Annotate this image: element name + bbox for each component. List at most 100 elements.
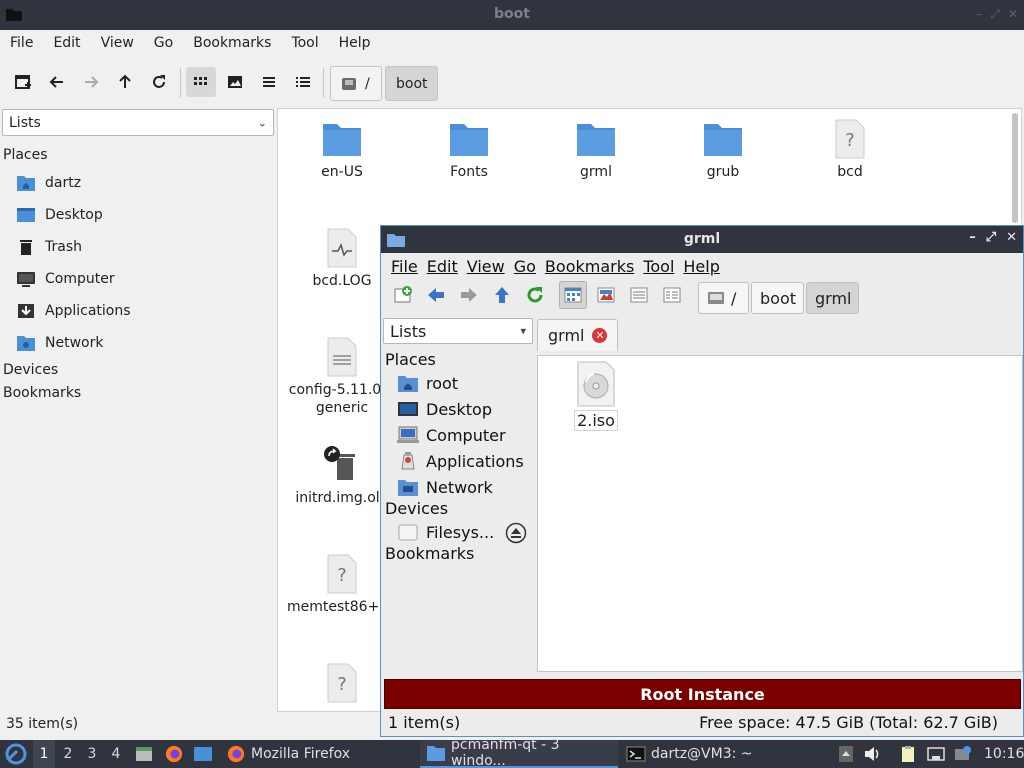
quicklaunch-firefox[interactable] [164,740,189,768]
path-root-button[interactable]: / [330,66,382,101]
path-grml-button[interactable]: grml [806,282,859,314]
chevron-down-icon: ⌄ [257,116,267,129]
reload-button[interactable] [521,281,549,309]
task-firefox[interactable]: Mozilla Firefox [224,740,414,768]
desktop-switch-1[interactable]: 1 [33,740,55,768]
back-button[interactable] [42,67,72,97]
clock[interactable]: 10:16 [984,740,1024,768]
forward-button[interactable] [76,67,106,97]
devices-header[interactable]: Devices [385,499,448,518]
icon-view-button[interactable] [559,281,587,309]
home-folder-icon [17,176,35,191]
sidebar-item-network[interactable]: Network [16,330,103,356]
minimize-icon[interactable]: – [969,230,976,245]
sidebar-item-computer[interactable]: Computer [397,422,506,448]
menu-bookmarks[interactable]: Bookmarks [545,257,634,276]
chevron-down-icon: ▾ [520,324,526,338]
minimize-icon[interactable]: – [976,7,982,22]
menu-bookmarks[interactable]: Bookmarks [193,35,271,51]
menu-file[interactable]: File [391,257,418,276]
scrollbar-handle[interactable] [1012,113,1018,223]
tray-update[interactable] [836,740,861,768]
sidebar-item-applications[interactable]: Applications [397,448,524,474]
detailed-view-button[interactable] [658,281,686,309]
sidebar-item-trash[interactable]: Trash [16,234,82,260]
tray-notification[interactable] [953,740,978,768]
eject-icon[interactable] [505,522,527,544]
tray-network[interactable] [926,740,951,768]
bookmarks-header[interactable]: Bookmarks [3,385,81,401]
close-tab-icon[interactable]: ✕ [592,328,608,343]
task-label: Mozilla Firefox [251,746,351,762]
path-boot-button[interactable]: boot [385,66,438,101]
file-item[interactable]: Fonts [414,117,524,181]
forward-button[interactable] [455,281,483,309]
close-icon[interactable]: ✕ [1008,7,1018,22]
maximize-icon[interactable]: ⤢ [990,7,1000,22]
file-item[interactable]: grub [668,117,778,181]
menu-tool[interactable]: Tool [291,35,318,51]
new-window-button[interactable] [389,281,417,309]
icon-view-button[interactable] [186,67,216,97]
tray-volume[interactable] [862,740,887,768]
tray-clipboard[interactable] [898,740,923,768]
close-icon[interactable]: ✕ [1006,230,1017,245]
quicklaunch-file-manager[interactable] [134,740,159,768]
sidebar-item-root[interactable]: root [397,370,458,396]
menu-edit[interactable]: Edit [53,35,80,51]
thumbnail-view-button[interactable] [220,67,250,97]
menu-tool[interactable]: Tool [643,257,674,276]
reload-button[interactable] [144,67,174,97]
sidebar-item-network[interactable]: Network [397,474,493,500]
maximize-icon[interactable]: ⤢ [986,230,996,245]
bookmarks-header[interactable]: Bookmarks [385,544,474,563]
menu-edit[interactable]: Edit [427,257,458,276]
start-menu-button[interactable] [5,740,27,768]
path-boot-label: boot [396,75,428,92]
places-header[interactable]: Places [3,147,48,163]
file-view[interactable]: 2.iso [537,355,1023,672]
side-pane-mode-select[interactable]: Lists ▾ [383,318,533,344]
clipboard-icon [902,746,914,762]
desktop-switch-2[interactable]: 2 [57,740,79,768]
desktop-switch-3[interactable]: 3 [81,740,103,768]
show-desktop-icon [194,747,212,761]
menu-view[interactable]: View [101,35,134,51]
sidebar-item-dartz[interactable]: dartz [16,170,81,196]
menu-go[interactable]: Go [154,35,173,51]
secondary-titlebar[interactable]: grml – ⤢ ✕ [381,226,1023,253]
tab-grml[interactable]: grml ✕ [537,319,619,351]
back-button[interactable] [422,281,450,309]
menu-help[interactable]: Help [683,257,719,276]
menu-help[interactable]: Help [339,35,371,51]
menu-view[interactable]: View [467,257,505,276]
path-boot-button[interactable]: boot [751,282,804,314]
compact-view-button[interactable] [254,67,284,97]
compact-view-button[interactable] [625,281,653,309]
side-pane-mode-select[interactable]: Lists ⌄ [2,109,274,136]
task-pcmanfm[interactable]: pcmanfm-qt - 3 windo... [420,737,618,768]
up-button[interactable] [110,67,140,97]
thumbnail-view-button[interactable] [592,281,620,309]
menu-go[interactable]: Go [514,257,536,276]
desktop-switch-4[interactable]: 4 [105,740,127,768]
new-window-button[interactable] [8,67,38,97]
sidebar-item-computer[interactable]: Computer [16,266,115,292]
device-item-filesystem[interactable]: Filesys... [397,519,494,545]
places-header[interactable]: Places [385,350,436,369]
detailed-view-button[interactable] [288,67,318,97]
main-titlebar[interactable]: boot – ⤢ ✕ [0,0,1024,30]
quicklaunch-desktop[interactable] [193,740,218,768]
file-item[interactable]: grml [541,117,651,181]
sidebar-item-desktop[interactable]: Desktop [397,396,492,422]
sidebar-item-applications[interactable]: Applications [16,298,131,324]
menu-file[interactable]: File [10,35,33,51]
file-item[interactable]: en-US [287,117,397,181]
devices-header[interactable]: Devices [3,362,58,378]
up-button[interactable] [488,281,516,309]
sidebar-item-desktop[interactable]: Desktop [16,202,103,228]
file-item[interactable]: ? bcd [795,117,905,181]
task-terminal[interactable]: dartz@VM3: ~ [624,740,814,768]
file-item[interactable]: 2.iso [574,360,618,431]
path-root-button[interactable]: / [698,282,749,314]
